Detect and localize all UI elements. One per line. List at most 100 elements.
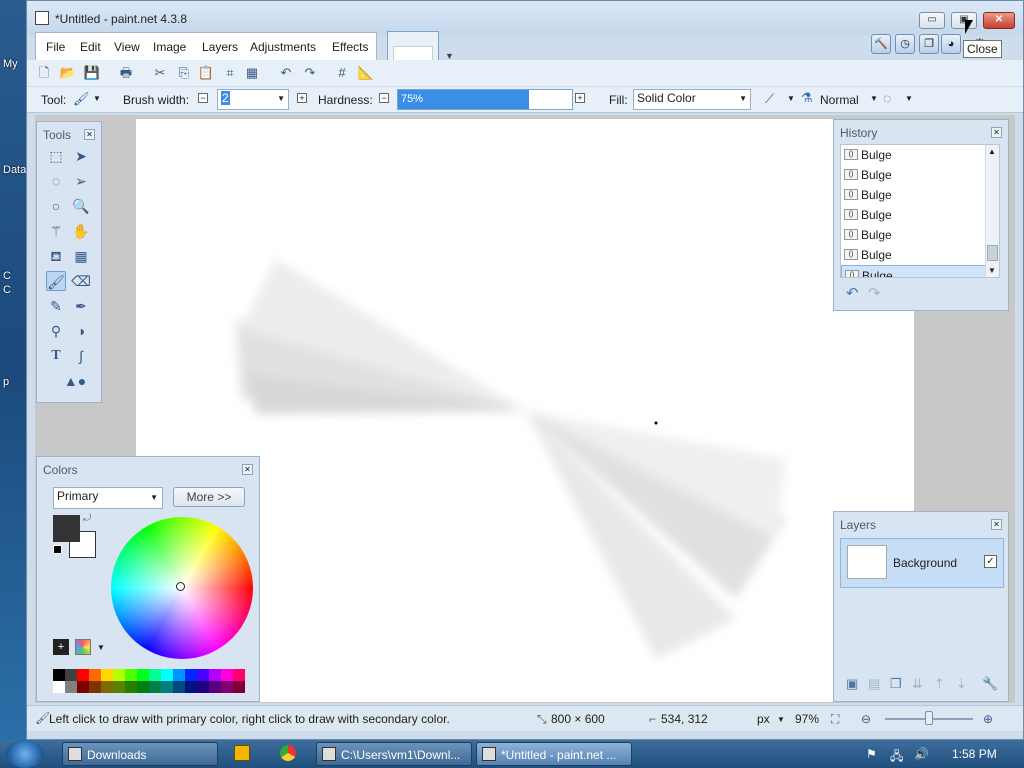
- pencil-icon[interactable]: ✎: [46, 296, 66, 316]
- palette-swatch[interactable]: [125, 681, 137, 693]
- zoom-in-icon[interactable]: ⊕: [983, 712, 993, 726]
- add-layer-icon[interactable]: ▣: [846, 676, 858, 692]
- new-file-icon[interactable]: 🗋: [35, 64, 53, 82]
- palette-swatch[interactable]: [53, 669, 65, 681]
- zoom-slider-thumb[interactable]: [925, 711, 933, 725]
- redo-icon[interactable]: ↷: [301, 64, 319, 82]
- history-redo-icon[interactable]: ↷: [868, 284, 881, 302]
- units-chevron-icon[interactable]: ▼: [777, 715, 785, 724]
- swap-colors-icon[interactable]: ⤾: [83, 513, 91, 524]
- colors-panel-close-icon[interactable]: ✕: [242, 464, 253, 475]
- shapes-icon[interactable]: ▲●: [57, 371, 93, 391]
- move-selected-icon[interactable]: ➤: [71, 146, 91, 166]
- palette-swatch[interactable]: [137, 669, 149, 681]
- history-undo-icon[interactable]: ↶: [846, 284, 859, 302]
- fill-chevron-icon[interactable]: ▼: [739, 94, 747, 103]
- palette-swatch[interactable]: [161, 669, 173, 681]
- color-mode-select[interactable]: Primary ▼: [53, 487, 163, 509]
- move-selection-icon[interactable]: ➢: [71, 171, 91, 191]
- taskbar-item-downloads[interactable]: Downloads: [62, 742, 218, 766]
- minimize-button[interactable]: ▭: [919, 12, 945, 29]
- close-button[interactable]: ✕: [983, 12, 1015, 29]
- layers-toggle-icon[interactable]: ❐: [919, 34, 939, 54]
- move-layer-down-icon[interactable]: ⇣: [956, 676, 967, 692]
- desktop-icon-label[interactable]: p: [3, 376, 9, 388]
- chrome-icon[interactable]: [280, 745, 296, 761]
- zoom-level[interactable]: 97%: [795, 712, 819, 726]
- history-item[interactable]: () Bulge: [841, 225, 999, 245]
- colors-toggle-icon[interactable]: ◕: [941, 34, 961, 54]
- palette-swatch[interactable]: [149, 669, 161, 681]
- blend-mode-icon[interactable]: ⚗: [801, 90, 813, 106]
- history-item[interactable]: () Bulge: [841, 245, 999, 265]
- desktop-icon-label[interactable]: My: [3, 58, 18, 70]
- palette-swatch[interactable]: [209, 669, 221, 681]
- palette-swatch[interactable]: [77, 681, 89, 693]
- title-bar[interactable]: *Untitled - paint.net 4.3.8 ▭ ▣ ✕: [27, 1, 1023, 35]
- menu-layers[interactable]: Layers: [202, 40, 238, 54]
- ellipse-select-icon[interactable]: ○: [46, 196, 66, 216]
- color-mode-chevron-icon[interactable]: ▼: [150, 493, 158, 502]
- paintbrush-icon[interactable]: 🖌: [73, 91, 90, 107]
- grid-icon[interactable]: #: [333, 64, 351, 82]
- layers-panel-close-icon[interactable]: ✕: [991, 519, 1002, 530]
- action-center-icon[interactable]: ⚑: [866, 747, 877, 761]
- palette-swatch[interactable]: [185, 681, 197, 693]
- palette-swatch[interactable]: [137, 681, 149, 693]
- palette-swatch[interactable]: [113, 669, 125, 681]
- palette-swatch[interactable]: [65, 669, 77, 681]
- desktop-icon-label[interactable]: Data: [3, 164, 26, 176]
- palette-swatch[interactable]: [125, 669, 137, 681]
- zoom-to-window-icon[interactable]: ⛶: [831, 712, 839, 727]
- deselect-icon[interactable]: ▦: [243, 64, 261, 82]
- network-icon[interactable]: 🖧: [890, 747, 903, 768]
- palette-swatch[interactable]: [89, 669, 101, 681]
- desktop-icon-label[interactable]: C: [3, 270, 11, 282]
- cut-icon[interactable]: ✂: [151, 64, 169, 82]
- tool-dropdown-chevron-icon[interactable]: ▼: [93, 94, 101, 103]
- crop-icon[interactable]: ⌗: [221, 64, 239, 82]
- palette-swatch[interactable]: [113, 681, 125, 693]
- zoom-out-icon[interactable]: ⊖: [861, 712, 871, 726]
- palette-swatch[interactable]: [161, 681, 173, 693]
- palette-swatch[interactable]: [197, 669, 209, 681]
- media-player-icon[interactable]: [234, 745, 250, 761]
- brush-width-input[interactable]: 2 ▼: [217, 89, 289, 110]
- hardness-increase-icon[interactable]: +: [575, 93, 585, 103]
- delete-layer-icon[interactable]: ▤: [868, 676, 880, 692]
- paintbrush-tool-icon[interactable]: 🖌: [46, 271, 66, 291]
- palette-swatch[interactable]: [101, 669, 113, 681]
- brush-width-decrease-icon[interactable]: −: [198, 93, 208, 103]
- menu-image[interactable]: Image: [153, 40, 186, 54]
- menu-effects[interactable]: Effects: [332, 40, 368, 54]
- save-file-icon[interactable]: 💾: [83, 64, 101, 82]
- merge-layer-icon[interactable]: ⇊: [912, 676, 923, 692]
- line-curve-icon[interactable]: ∫: [71, 346, 91, 366]
- ruler-icon[interactable]: 📐: [357, 64, 375, 82]
- selection-mode-chevron-icon[interactable]: ▼: [905, 94, 913, 103]
- hardness-decrease-icon[interactable]: −: [379, 93, 389, 103]
- palette-swatch[interactable]: [233, 669, 245, 681]
- undo-icon[interactable]: ↶: [277, 64, 295, 82]
- pan-hand-icon[interactable]: ✋: [71, 221, 91, 241]
- paint-bucket-icon[interactable]: ⛾: [46, 246, 66, 266]
- layer-properties-icon[interactable]: 🔧: [982, 676, 998, 692]
- gradient-icon[interactable]: ▦: [71, 246, 91, 266]
- blend-mode-chevron-icon[interactable]: ▼: [870, 94, 878, 103]
- palette-swatch[interactable]: [173, 669, 185, 681]
- history-scroll-thumb[interactable]: [987, 245, 998, 261]
- add-to-palette-icon[interactable]: +: [53, 639, 69, 655]
- palette-swatch[interactable]: [89, 681, 101, 693]
- palette-swatch[interactable]: [53, 681, 65, 693]
- history-item[interactable]: () Bulge: [841, 205, 999, 225]
- recolor-icon[interactable]: ◑: [71, 321, 91, 341]
- lasso-select-icon[interactable]: ◌: [46, 171, 66, 191]
- open-file-icon[interactable]: 📂: [59, 64, 77, 82]
- antialias-chevron-icon[interactable]: ▼: [787, 94, 795, 103]
- palette-swatch[interactable]: [173, 681, 185, 693]
- taskbar-item-7zip[interactable]: C:\Users\vm1\Downl...: [316, 742, 472, 766]
- scroll-up-icon[interactable]: ▲: [988, 147, 996, 156]
- color-wheel[interactable]: [111, 517, 253, 659]
- menu-file[interactable]: File: [46, 40, 65, 54]
- rectangle-select-icon[interactable]: ⬚: [46, 146, 66, 166]
